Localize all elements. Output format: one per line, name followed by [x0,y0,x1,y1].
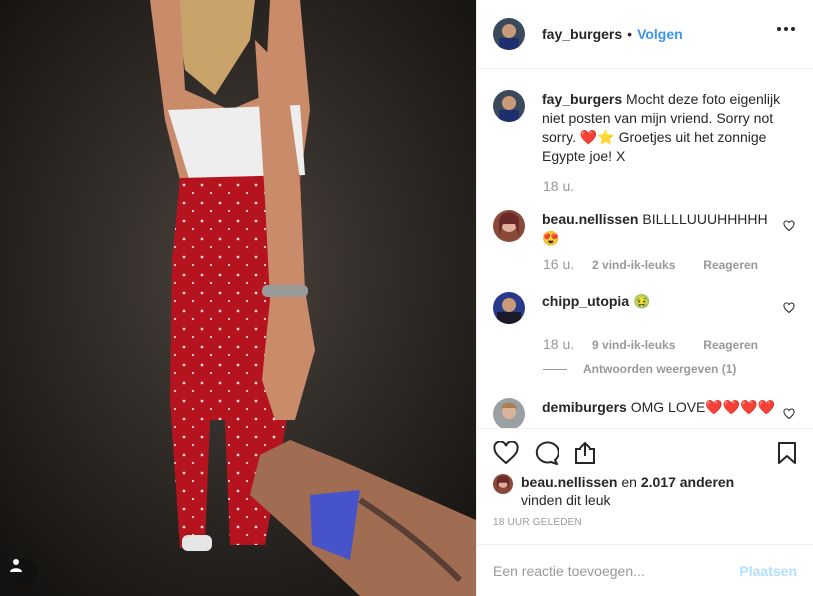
comment-text: OMG LOVE❤️❤️❤️❤️ [630,399,776,415]
likes-suffix: vinden dit leuk [521,492,611,508]
comment-username[interactable]: demiburgers [542,399,627,415]
comment-text: 🤢 [633,293,651,309]
likes-others-link[interactable]: 2.017 anderen [641,474,734,490]
post-caption: fay_burgers Mocht deze foto eigenlijk ni… [493,70,797,166]
comment-item: demiburgers OMG LOVE❤️❤️❤️❤️ [493,398,797,428]
caption-username[interactable]: fay_burgers [542,91,622,107]
post-photo[interactable] [0,0,476,596]
add-comment-bar: Plaatsen [477,544,813,596]
comment-like-icon[interactable] [783,220,795,232]
share-icon[interactable] [573,441,597,465]
comment-username[interactable]: beau.nellissen [542,211,638,227]
comments-list[interactable]: fay_burgers Mocht deze foto eigenlijk ni… [477,70,813,428]
post-timestamp[interactable]: 18 UUR GELEDEN [493,517,582,528]
comment-like-icon[interactable] [783,408,795,420]
bookmark-icon[interactable] [777,441,797,465]
comment-item: chipp_utopia 🤢 [493,292,797,324]
comment-username[interactable]: chipp_utopia [542,293,629,309]
liker-avatar[interactable] [493,474,513,494]
view-replies-label: Antwoorden weergeven (1) [583,362,737,376]
action-bar [477,428,813,472]
liker-username[interactable]: beau.nellissen [521,474,617,490]
comment-item: beau.nellissen BILLLLUUUHHHHH 😍 [493,210,797,248]
likes-connector: en [617,474,641,490]
reply-button[interactable]: Reageren [703,338,758,352]
caption-age[interactable]: 18 u. [543,178,574,194]
comment-avatar[interactable] [493,292,525,324]
author-avatar[interactable] [493,18,525,50]
reply-button[interactable]: Reageren [703,258,758,272]
comment-likes[interactable]: 2 vind-ik-leuks [592,258,675,272]
comment-avatar[interactable] [493,210,525,242]
follow-button[interactable]: Volgen [637,26,683,42]
caption-avatar[interactable] [493,90,525,122]
likes-summary: beau.nellissen en 2.017 anderen vinden d… [493,473,797,509]
user-tag-icon [10,559,22,572]
user-tag-button[interactable] [9,558,37,586]
replies-divider [543,368,567,370]
comment-icon[interactable] [533,441,559,465]
comment-like-icon[interactable] [783,302,795,314]
comment-likes[interactable]: 9 vind-ik-leuks [592,338,675,352]
view-replies-button[interactable]: Antwoorden weergeven (1) [543,362,797,376]
comment-input[interactable] [493,562,740,579]
post-panel: fay_burgers • Volgen fay_burgers Mocht d… [476,0,813,596]
comment-age[interactable]: 18 u. [543,336,574,352]
photo-illustration [0,0,476,596]
more-options-icon[interactable] [777,27,795,31]
comment-avatar[interactable] [493,398,525,428]
post-comment-button[interactable]: Plaatsen [739,563,797,579]
author-username[interactable]: fay_burgers [542,26,622,42]
separator-dot: • [627,26,633,42]
heart-icon[interactable] [493,441,519,465]
comment-age[interactable]: 16 u. [543,256,574,272]
post-header: fay_burgers • Volgen [477,0,813,69]
